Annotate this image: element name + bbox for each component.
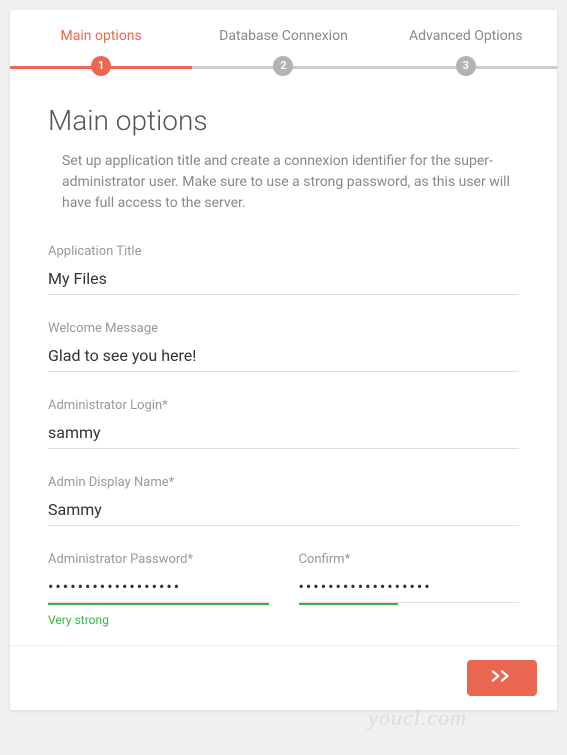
step-label: Main options <box>10 28 192 44</box>
step-advanced-options[interactable]: Advanced Options 3 <box>375 28 557 76</box>
welcome-message-input[interactable] <box>48 342 519 372</box>
field-label: Administrator Password* <box>48 552 269 567</box>
field-administrator-login: Administrator Login* <box>48 398 519 449</box>
field-application-title: Application Title <box>48 244 519 295</box>
field-confirm-password: Confirm* <box>299 552 520 627</box>
password-strength-label: Very strong <box>48 613 269 627</box>
next-button[interactable] <box>467 660 537 696</box>
step-circle: 1 <box>91 56 111 76</box>
chevron-right-double-icon <box>491 669 513 686</box>
field-admin-display-name: Admin Display Name* <box>48 475 519 526</box>
field-administrator-password: Administrator Password* Very strong <box>48 552 269 627</box>
page-description: Set up application title and create a co… <box>48 151 519 214</box>
step-label: Advanced Options <box>375 28 557 44</box>
field-label: Admin Display Name* <box>48 475 519 490</box>
admin-display-name-input[interactable] <box>48 496 519 526</box>
page-title: Main options <box>48 104 519 137</box>
step-circle: 3 <box>456 56 476 76</box>
administrator-password-input[interactable] <box>48 573 269 603</box>
application-title-input[interactable] <box>48 265 519 295</box>
field-label: Application Title <box>48 244 519 259</box>
footer <box>10 645 557 710</box>
field-label: Confirm* <box>299 552 520 567</box>
field-welcome-message: Welcome Message <box>48 321 519 372</box>
step-label: Database Connexion <box>192 28 374 44</box>
step-circle: 2 <box>273 56 293 76</box>
administrator-login-input[interactable] <box>48 419 519 449</box>
step-database-connexion[interactable]: Database Connexion 2 <box>192 28 374 76</box>
stepper: Main options 1 Database Connexion 2 Adva… <box>10 10 557 76</box>
password-row: Administrator Password* Very strong Conf… <box>48 552 519 627</box>
content: Main options Set up application title an… <box>10 76 557 645</box>
field-label: Administrator Login* <box>48 398 519 413</box>
wizard-container: Main options 1 Database Connexion 2 Adva… <box>10 10 557 710</box>
field-label: Welcome Message <box>48 321 519 336</box>
confirm-password-input[interactable] <box>299 573 520 603</box>
